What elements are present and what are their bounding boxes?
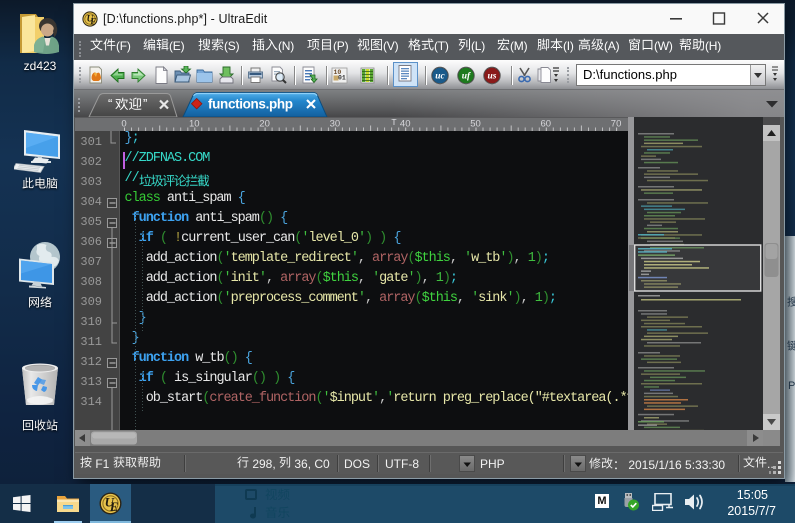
svg-text:us: us xyxy=(488,72,497,82)
svg-text:E: E xyxy=(89,16,96,26)
svg-text:01: 01 xyxy=(338,75,346,82)
svg-text:uf: uf xyxy=(462,72,471,82)
svg-text:T: T xyxy=(391,117,396,127)
svg-text:functions.php: functions.php xyxy=(208,97,293,112)
svg-text:uc: uc xyxy=(435,72,445,82)
svg-text:E: E xyxy=(109,499,119,514)
